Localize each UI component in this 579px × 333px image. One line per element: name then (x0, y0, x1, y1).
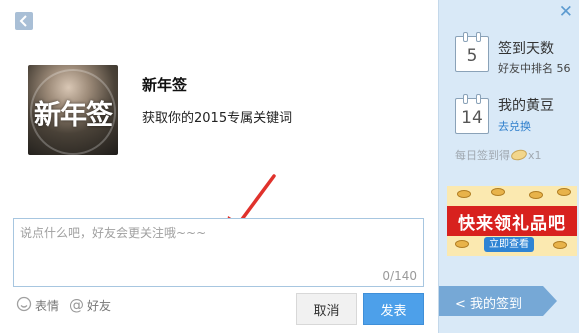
bean-icon (455, 240, 469, 248)
cancel-button[interactable]: 取消 (296, 293, 357, 325)
smile-icon (16, 296, 32, 315)
my-signin-button[interactable]: < 我的签到 (439, 286, 557, 316)
bean-icon (529, 191, 543, 199)
share-panel: 新年签 新年签 获取你的2015专属关键词 0/140 表情 @ 好友 取消 发… (0, 0, 438, 333)
bean-icon (509, 148, 529, 162)
gift-ad-banner[interactable]: 快来领礼品吧 立即查看 (447, 186, 577, 256)
bean-icon (491, 188, 505, 196)
close-icon[interactable]: ✕ (559, 4, 573, 21)
bean-calendar-icon: 14 (455, 94, 489, 134)
app-title: 新年签 (142, 76, 188, 94)
bean-icon (457, 190, 471, 198)
sign-days-count: 5 (466, 46, 478, 66)
redeem-link[interactable]: 去兑换 (498, 118, 531, 134)
bonus-prefix: 每日签到得 (455, 149, 510, 162)
chevron-left-icon (19, 15, 27, 27)
signin-sidebar: ✕ 5 签到天数 好友中排名 56 14 我的黄豆 去兑换 每日签到得 x1 快… (438, 0, 579, 333)
mention-button[interactable]: @ 好友 (69, 297, 111, 314)
send-button[interactable]: 发表 (363, 293, 424, 325)
ad-headline: 快来领礼品吧 (458, 214, 566, 234)
comment-tools: 表情 @ 好友 (16, 296, 121, 315)
ad-view-button[interactable]: 立即查看 (484, 237, 534, 252)
daily-bonus: 每日签到得 x1 (455, 147, 542, 163)
emoji-button[interactable]: 表情 (16, 296, 59, 315)
mention-label: 好友 (87, 299, 112, 313)
thumbnail-text: 新年签 (34, 100, 113, 131)
emoji-label: 表情 (35, 299, 60, 313)
friend-rank: 好友中排名 56 (498, 62, 571, 75)
calendar-icon: 5 (455, 32, 489, 72)
comment-box[interactable]: 0/140 (13, 218, 424, 287)
back-button[interactable] (15, 12, 33, 30)
app-description: 获取你的2015专属关键词 (142, 111, 293, 126)
app-thumbnail: 新年签 (28, 65, 118, 155)
sign-days-title: 签到天数 (498, 41, 554, 57)
my-signin-label: < 我的签到 (455, 297, 523, 312)
char-count: 0/140 (382, 269, 417, 283)
bean-icon (557, 188, 571, 196)
bean-icon (553, 241, 567, 249)
bean-count: 14 (461, 108, 483, 128)
comment-input[interactable] (20, 224, 415, 264)
beans-title: 我的黄豆 (498, 98, 554, 114)
bonus-suffix: x1 (528, 148, 542, 162)
at-icon: @ (69, 296, 85, 314)
